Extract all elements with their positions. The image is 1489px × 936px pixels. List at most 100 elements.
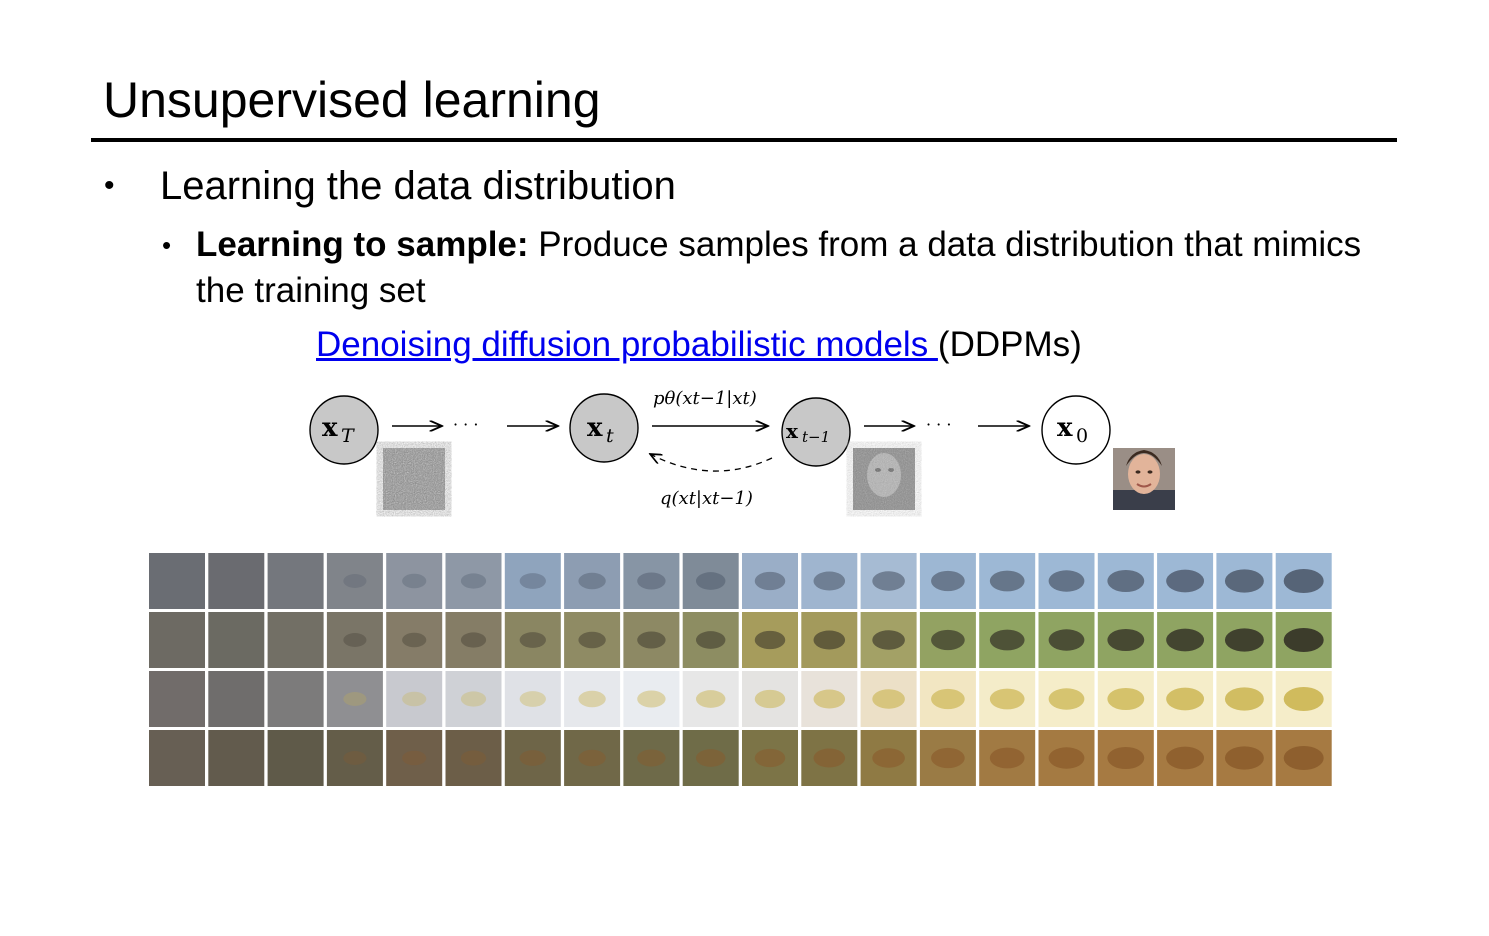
node-xt-label: x <box>587 413 603 443</box>
sample-frog-step-2 <box>208 730 265 786</box>
sample-yellow-plane-step-3 <box>267 671 324 727</box>
sample-frog-step-4 <box>326 730 383 786</box>
diffusion-chain-diagram: x T · · · x t pθ(xt−1|xt) q(xt|xt−1) x t… <box>309 388 1175 510</box>
sample-airplane-step-3 <box>267 553 324 609</box>
sample-yellow-plane-step-10 <box>682 671 739 727</box>
sample-yellow-plane-step-1 <box>149 671 205 727</box>
sample-ostrich-step-4 <box>326 612 383 668</box>
sample-ostrich-step-16 <box>1038 612 1095 668</box>
sample-yellow-plane-step-19 <box>1216 671 1273 727</box>
node-xt-subscript: t <box>606 425 614 447</box>
sample-frog-step-9 <box>623 730 680 786</box>
sample-airplane-step-19 <box>1216 553 1273 609</box>
sample-yellow-plane-step-2 <box>208 671 265 727</box>
sample-ostrich-step-14 <box>919 612 976 668</box>
sample-airplane-step-13 <box>860 553 917 609</box>
sample-yellow-plane-step-7 <box>504 671 561 727</box>
sample-airplane-step-14 <box>919 553 976 609</box>
node-x0: x 0 <box>1041 395 1111 465</box>
sample-ostrich-step-1 <box>149 612 205 668</box>
sample-ostrich-step-5 <box>386 612 443 668</box>
node-xt: x t <box>569 393 639 463</box>
chain-dots-right: · · · <box>926 415 951 434</box>
sample-yellow-plane-step-5 <box>386 671 443 727</box>
node-x0-label: x <box>1057 413 1073 443</box>
noisy-face-thumbnail <box>853 448 915 510</box>
ddpm-abbreviation: (DDPMs) <box>937 325 1082 364</box>
chain-dots-left: · · · <box>453 415 478 434</box>
ddpm-reference: Denoising diffusion probabilistic models… <box>316 322 1082 368</box>
sample-yellow-plane-step-13 <box>860 671 917 727</box>
sample-yellow-plane-step-16 <box>1038 671 1095 727</box>
sample-ostrich-step-7 <box>504 612 561 668</box>
sample-ostrich-step-10 <box>682 612 739 668</box>
sample-yellow-plane-step-9 <box>623 671 680 727</box>
node-xt-circle <box>569 393 639 463</box>
sample-yellow-plane-step-12 <box>801 671 858 727</box>
sample-ostrich-step-13 <box>860 612 917 668</box>
sample-yellow-plane-step-15 <box>979 671 1036 727</box>
sample-frog-step-5 <box>386 730 443 786</box>
sample-airplane-step-18 <box>1157 553 1214 609</box>
sample-frog-step-10 <box>682 730 739 786</box>
sample-ostrich-step-3 <box>267 612 324 668</box>
title-divider <box>91 138 1397 142</box>
reverse-process-label: pθ(xt−1|xt) <box>653 388 757 409</box>
node-xT: x T <box>309 395 379 465</box>
sample-ostrich-step-9 <box>623 612 680 668</box>
node-xt-minus-1-label: x <box>786 419 799 443</box>
sub-bullet-bold-label: Learning to sample: <box>196 225 529 264</box>
sample-frog-step-12 <box>801 730 858 786</box>
sample-ostrich-step-11 <box>742 612 798 668</box>
slide-title: Unsupervised learning <box>103 72 601 128</box>
sample-airplane-step-5 <box>386 553 443 609</box>
sample-ostrich-step-20 <box>1275 612 1332 668</box>
sample-yellow-plane-step-18 <box>1157 671 1214 727</box>
bullet-learning-distribution: Learning the data distribution <box>160 164 676 208</box>
sample-yellow-plane-step-14 <box>919 671 976 727</box>
sample-airplane-step-10 <box>682 553 739 609</box>
sample-frog-step-20 <box>1275 730 1332 786</box>
sample-ostrich-step-2 <box>208 612 265 668</box>
sample-ostrich-step-18 <box>1157 612 1214 668</box>
clean-face-thumbnail <box>1113 448 1175 510</box>
arrow-forward-process <box>650 454 773 472</box>
sub-bullet-marker: • <box>162 230 172 260</box>
sample-frog-step-8 <box>564 730 621 786</box>
sample-ostrich-step-17 <box>1097 612 1154 668</box>
sample-frog-step-19 <box>1216 730 1273 786</box>
node-x0-subscript: 0 <box>1076 425 1088 447</box>
sample-yellow-plane-step-6 <box>445 671 502 727</box>
sample-yellow-plane-step-8 <box>564 671 621 727</box>
sample-yellow-plane-step-17 <box>1097 671 1154 727</box>
ddpm-link[interactable]: Denoising diffusion probabilistic models <box>316 325 938 364</box>
sample-ostrich-step-8 <box>564 612 621 668</box>
sample-airplane-step-2 <box>208 553 265 609</box>
sample-ostrich-step-6 <box>445 612 502 668</box>
node-xT-subscript: T <box>341 425 355 447</box>
sample-ostrich-step-12 <box>801 612 858 668</box>
sample-airplane-step-8 <box>564 553 621 609</box>
sample-airplane-step-16 <box>1038 553 1095 609</box>
sample-frog-step-15 <box>979 730 1036 786</box>
sample-airplane-step-15 <box>979 553 1036 609</box>
sub-bullet-learning-to-sample: Learning to sample: Produce samples from… <box>196 222 1396 314</box>
sample-frog-step-11 <box>742 730 798 786</box>
sample-airplane-step-4 <box>326 553 383 609</box>
node-xt-minus-1-subscript: t−1 <box>802 428 830 446</box>
sample-yellow-plane-step-4 <box>326 671 383 727</box>
sample-frog-step-16 <box>1038 730 1095 786</box>
sample-yellow-plane-step-11 <box>742 671 798 727</box>
sample-airplane-step-9 <box>623 553 680 609</box>
pure-noise-thumbnail <box>383 448 445 510</box>
sample-frog-step-17 <box>1097 730 1154 786</box>
sample-airplane-step-7 <box>504 553 561 609</box>
sample-yellow-plane-step-20 <box>1275 671 1332 727</box>
sample-airplane-step-1 <box>149 553 205 609</box>
sample-airplane-step-17 <box>1097 553 1154 609</box>
sample-airplane-step-6 <box>445 553 502 609</box>
sample-frog-step-13 <box>860 730 917 786</box>
bullet-marker: • <box>104 169 115 202</box>
node-xT-label: x <box>322 413 338 443</box>
sample-frog-step-1 <box>149 730 205 786</box>
